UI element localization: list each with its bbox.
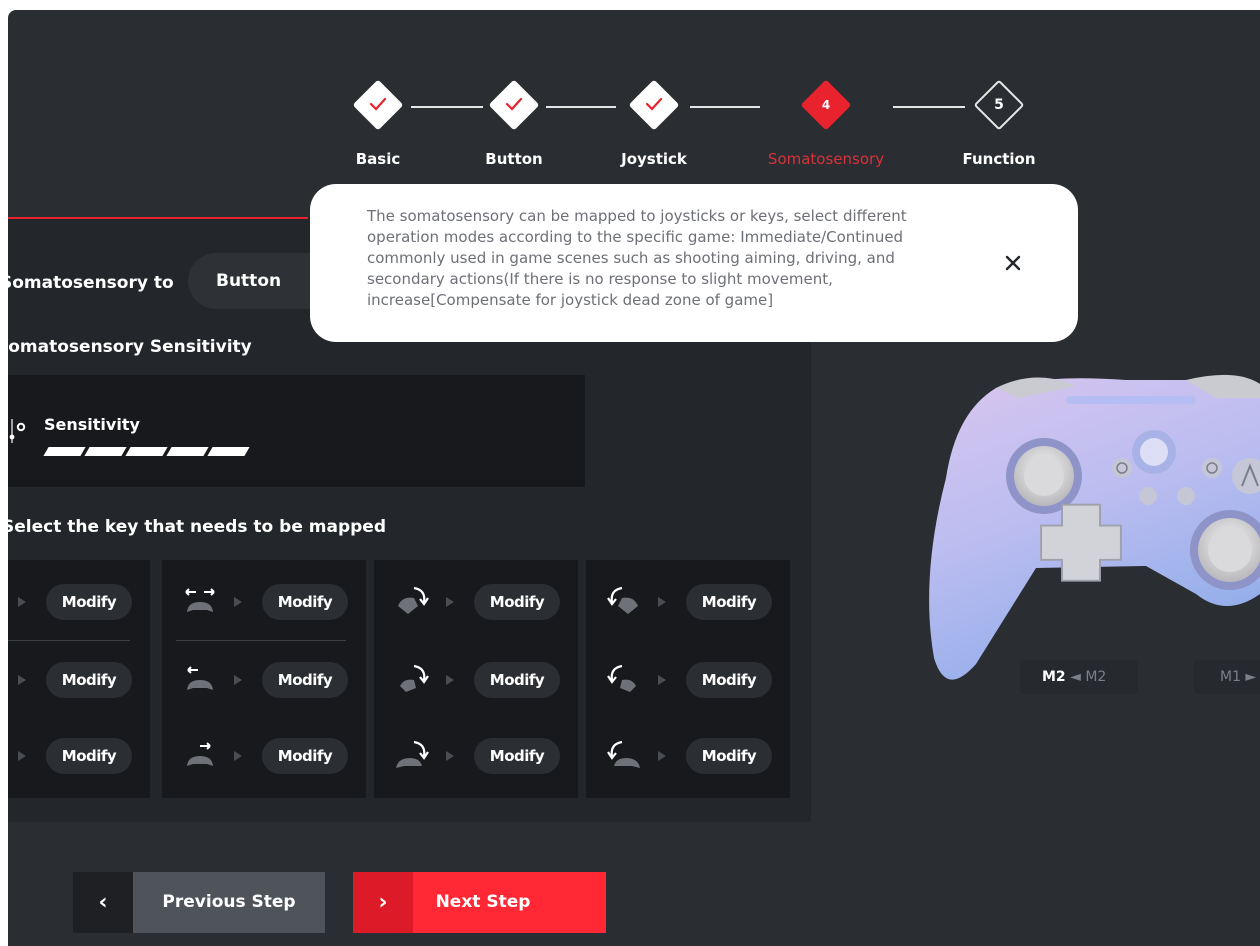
- modify-button[interactable]: Modify: [686, 738, 772, 774]
- step-button[interactable]: Button: [454, 79, 574, 190]
- modify-button[interactable]: Modify: [474, 662, 560, 698]
- step-basic[interactable]: Basic: [318, 79, 438, 190]
- mapping-cell: Modify: [586, 640, 790, 716]
- step-somatosensory[interactable]: 4 Somatosensory: [766, 79, 886, 190]
- modify-button[interactable]: Modify: [686, 584, 772, 620]
- sensitivity-bar[interactable]: [43, 447, 86, 456]
- step-label: Button: [485, 150, 543, 168]
- modify-button[interactable]: Modify: [46, 584, 132, 620]
- map-label: Somatosensory to: [8, 273, 174, 293]
- mapping-group: Modify Modify Modify: [374, 560, 578, 798]
- arrow-right-icon: [18, 751, 26, 761]
- mapping-cell: Modify: [374, 562, 578, 638]
- arrow-right-icon: [234, 597, 242, 607]
- modify-button[interactable]: Modify: [262, 584, 348, 620]
- mapping-cell: Modify: [374, 716, 578, 792]
- rotate-clockwise-icon: [396, 740, 429, 768]
- mapping-group: Modify Modify Modify: [586, 560, 790, 798]
- rotate-counterclockwise-icon: [607, 740, 640, 768]
- mapping-cell: Modify: [162, 716, 366, 792]
- arrow-right-icon: [18, 597, 26, 607]
- check-icon: [505, 97, 523, 111]
- modify-button[interactable]: Modify: [46, 738, 132, 774]
- chevron-left-icon: ‹: [73, 872, 133, 933]
- mapping-cell: Modify: [162, 562, 366, 638]
- arrow-right-icon: [446, 751, 454, 761]
- m1-mapping: M1 ►: [1220, 669, 1257, 685]
- previous-step-label: Previous Step: [162, 892, 296, 912]
- mapping-cell: Modify: [586, 562, 790, 638]
- m2-tag[interactable]: M2 ◄ M2: [1020, 660, 1138, 694]
- close-icon[interactable]: [1000, 250, 1026, 276]
- modify-button[interactable]: Modify: [474, 738, 560, 774]
- mapping-cell: Modify: [374, 640, 578, 716]
- sensitivity-box: Sensitivity: [8, 375, 585, 487]
- stepper: Basic Button Joystick 4 Somatosensory 5 …: [8, 10, 1260, 190]
- tilt-horizontal-icon: [185, 588, 215, 612]
- gamepad-illustration: [929, 374, 1260, 680]
- sensitivity-level[interactable]: [43, 447, 250, 456]
- rotate-clockwise-icon: [400, 664, 429, 692]
- help-tooltip: The somatosensory can be mapped to joyst…: [310, 184, 1078, 342]
- arrow-right-icon: [658, 751, 666, 761]
- next-step-button[interactable]: › Next Step: [353, 872, 606, 933]
- modify-button[interactable]: Modify: [262, 662, 348, 698]
- check-icon: [369, 97, 387, 111]
- step-function[interactable]: 5 Function: [939, 79, 1059, 190]
- sensitivity-label: Sensitivity: [44, 415, 140, 434]
- modify-button[interactable]: Modify: [474, 584, 560, 620]
- arrow-right-icon: [18, 675, 26, 685]
- arrow-right-icon: [658, 597, 666, 607]
- sensitivity-bar[interactable]: [125, 447, 168, 456]
- tilt-left-icon: [187, 666, 213, 690]
- rotate-counterclockwise-icon: [607, 664, 636, 692]
- arrow-right-icon: [234, 751, 242, 761]
- arrow-right-icon: [446, 597, 454, 607]
- step-joystick[interactable]: Joystick: [594, 79, 714, 190]
- key-map-title: Select the key that needs to be mapped: [8, 517, 386, 537]
- mapping-group: Modify Modify Modify: [162, 560, 366, 798]
- modify-button[interactable]: Modify: [686, 662, 772, 698]
- sensitivity-bar[interactable]: [166, 447, 209, 456]
- tooltip-text: The somatosensory can be mapped to joyst…: [367, 207, 907, 309]
- m1-tag[interactable]: M1 ►: [1194, 660, 1260, 694]
- step-number: 4: [821, 98, 831, 112]
- mapping-cell: Modify: [8, 640, 150, 716]
- mapping-group: Modify Modify Modify: [8, 560, 150, 798]
- mapping-cell: Modify: [586, 716, 790, 792]
- arrow-right-icon: [658, 675, 666, 685]
- sensitivity-bar[interactable]: [207, 447, 250, 456]
- arrow-right-icon: [234, 675, 242, 685]
- chevron-right-icon: ›: [353, 872, 413, 933]
- step-label: Joystick: [621, 150, 687, 168]
- sensitivity-title: Somatosensory Sensitivity: [8, 337, 252, 357]
- modify-button[interactable]: Modify: [46, 662, 132, 698]
- next-step-label: Next Step: [435, 892, 531, 912]
- check-icon: [645, 97, 663, 111]
- modify-button[interactable]: Modify: [262, 738, 348, 774]
- step-label: Basic: [355, 150, 401, 168]
- step-number: 5: [994, 97, 1004, 113]
- step-label: Somatosensory: [767, 150, 885, 168]
- step-label: Function: [962, 150, 1036, 168]
- mapping-cell: Modify: [8, 716, 150, 792]
- sensitivity-bar[interactable]: [84, 447, 127, 456]
- rotate-counterclockwise-icon: [607, 586, 638, 614]
- arrow-right-icon: [446, 675, 454, 685]
- m2-mapping: ◄ M2: [1070, 669, 1107, 685]
- m2-label: M2: [1042, 669, 1066, 685]
- mapping-cell: Modify: [8, 562, 150, 638]
- rotate-clockwise-icon: [398, 586, 429, 614]
- active-indicator: [8, 217, 308, 219]
- slider-icon: [9, 419, 26, 443]
- tilt-right-icon: [187, 742, 213, 766]
- app-window: Basic Button Joystick 4 Somatosensory 5 …: [8, 10, 1260, 946]
- mapping-cell: Modify: [162, 640, 366, 716]
- previous-step-button[interactable]: ‹ Previous Step: [73, 872, 325, 933]
